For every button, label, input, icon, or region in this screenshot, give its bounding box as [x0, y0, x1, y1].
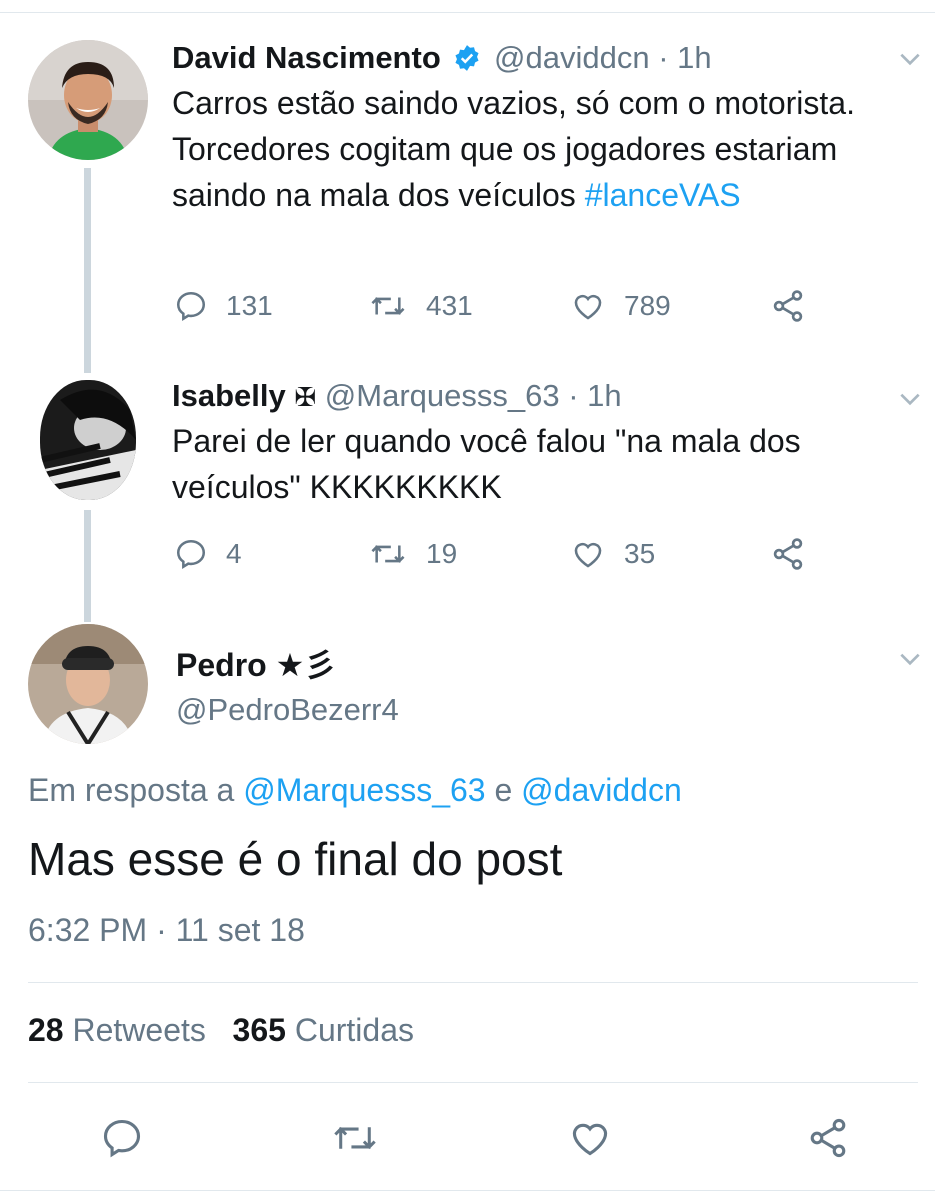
avatar-pedro[interactable] [28, 624, 148, 744]
chevron-down-icon[interactable] [897, 386, 923, 412]
chevron-down-icon[interactable] [897, 646, 923, 672]
reply-icon [176, 291, 206, 322]
share-button[interactable] [770, 286, 806, 326]
like-count: 789 [624, 290, 671, 321]
focused-timestamp[interactable]: 6:32 PM · 11 set 18 [28, 912, 305, 949]
likes-stat[interactable]: 365 Curtidas [233, 1012, 414, 1048]
retweets-stat[interactable]: 28 Retweets [28, 1012, 206, 1048]
name-symbol: ✠ [294, 382, 317, 412]
tweet-text: Carros estão saindo vazios, só com o mot… [172, 80, 892, 218]
tweet-isabelly[interactable]: Isabelly ✠ @Marquesss_63 · 1h Parei de l… [0, 376, 935, 596]
reply-joiner: e [485, 772, 522, 808]
tweet-text-content: Carros estão saindo vazios, só com o mot… [172, 85, 855, 213]
retweets-count: 28 [28, 1012, 64, 1048]
share-icon [773, 290, 803, 322]
top-divider [0, 0, 935, 13]
retweets-label: Retweets [72, 1012, 206, 1048]
divider [0, 1190, 935, 1191]
retweet-button[interactable]: 19 [368, 534, 457, 574]
avatar-isabelly[interactable] [40, 380, 136, 500]
focused-tweet-text: Mas esse é o final do post [28, 833, 563, 885]
tweet-header: David Nascimento @daviddcn · 1h [172, 38, 712, 78]
focused-author-handle[interactable]: @PedroBezerr4 [176, 692, 399, 728]
verified-badge-icon [453, 42, 481, 71]
share-icon [773, 538, 803, 570]
reply-icon[interactable] [100, 1116, 144, 1160]
tweet-time: · 1h [658, 40, 712, 75]
hashtag-link[interactable]: #lanceVAS [585, 177, 741, 213]
tweet-actions: 131 431 789 [172, 286, 832, 326]
tweet-text: Parei de ler quando você falou "na mala … [172, 418, 892, 510]
heart-icon [574, 294, 602, 320]
reply-icon [176, 539, 206, 570]
author-name[interactable]: Isabelly [172, 378, 286, 413]
likes-count: 365 [232, 1012, 286, 1048]
divider [28, 1082, 918, 1083]
mention-link[interactable]: @daviddcn [521, 772, 682, 808]
heart-icon[interactable] [568, 1116, 612, 1160]
retweet-count: 19 [426, 538, 458, 569]
tweet-header: Isabelly ✠ @Marquesss_63 · 1h [172, 376, 622, 417]
divider [28, 982, 918, 983]
reply-prefix: Em resposta a [28, 772, 244, 808]
tweet-david[interactable]: David Nascimento @daviddcn · 1h Carros e… [0, 38, 935, 338]
retweet-count: 431 [426, 290, 473, 321]
reply-button[interactable]: 131 [174, 286, 273, 326]
engagement-stats: 28 Retweets 365 Curtidas [28, 1012, 414, 1049]
avatar-david[interactable] [28, 40, 148, 160]
like-button[interactable]: 789 [570, 286, 671, 326]
heart-icon [574, 542, 602, 568]
author-name[interactable]: David Nascimento [172, 40, 441, 75]
author-handle[interactable]: @daviddcn [494, 40, 650, 75]
chevron-down-icon[interactable] [897, 46, 923, 72]
tweet-time: · 1h [568, 378, 622, 413]
focused-author-name[interactable]: Pedro ★彡 [176, 640, 336, 686]
retweet-button[interactable]: 431 [368, 286, 473, 326]
like-button[interactable]: 35 [570, 534, 655, 574]
mention-link[interactable]: @Marquesss_63 [243, 772, 485, 808]
reply-context: Em resposta a @Marquesss_63 e @daviddcn [28, 772, 682, 809]
author-handle[interactable]: @Marquesss_63 [325, 378, 560, 413]
like-count: 35 [624, 538, 656, 569]
retweet-icon[interactable] [330, 1116, 380, 1160]
tweet-actions: 4 19 35 [172, 534, 832, 574]
share-icon[interactable] [806, 1116, 850, 1160]
likes-label: Curtidas [294, 1012, 414, 1048]
tweet-text-content: Parei de ler quando você falou "na mala … [172, 423, 801, 505]
reply-button[interactable]: 4 [174, 534, 242, 574]
reply-count: 4 [226, 538, 242, 569]
retweet-icon [371, 297, 405, 315]
share-button[interactable] [770, 534, 806, 574]
retweet-icon [371, 545, 405, 563]
reply-count: 131 [226, 290, 273, 321]
